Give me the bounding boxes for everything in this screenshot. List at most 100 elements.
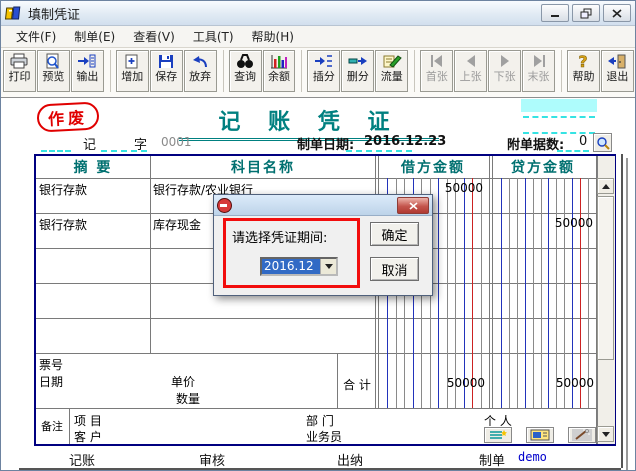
floppy-save-icon (156, 53, 176, 70)
row-summary-cell[interactable]: 银行存款 (39, 216, 87, 233)
red-annotation-box (223, 218, 360, 288)
grid-line (150, 156, 151, 353)
bar-chart-icon (269, 53, 289, 70)
balance-button[interactable]: 余额 (263, 50, 296, 92)
magic-wand-icon (572, 429, 592, 441)
last-voucher-button: 末张 (522, 50, 555, 92)
title-bar: 填制凭证 (1, 1, 635, 26)
svg-text:?: ? (579, 53, 588, 70)
void-stamp: 作废 (36, 101, 99, 132)
reviewer-label: 审核 (199, 450, 225, 469)
first-arrow-icon (427, 53, 447, 70)
row-account-cell[interactable]: 库存现金 (153, 216, 201, 233)
grid-line (489, 156, 490, 408)
prev-arrow-icon (461, 53, 481, 70)
salesman-label[interactable]: 业务员 (306, 428, 342, 445)
header-debit: 借方金额 (376, 156, 490, 178)
insert-split-icon (314, 53, 334, 70)
cashier-label: 出纳 (337, 450, 363, 469)
toolbar-separator (105, 50, 111, 92)
grid-line (69, 408, 70, 444)
next-voucher-button: 下张 (488, 50, 521, 92)
note-tool-button[interactable] (484, 427, 512, 443)
card-tool-button[interactable] (526, 427, 554, 443)
menu-view[interactable]: 查看(V) (124, 26, 184, 47)
attachments-magnifier-button[interactable] (593, 133, 612, 152)
notes-sparkle-icon (488, 429, 508, 441)
magnifier-icon (596, 136, 610, 150)
menu-file[interactable]: 文件(F) (7, 26, 65, 47)
credit-ledger-ruling (493, 178, 596, 408)
undo-arrow-icon (190, 53, 210, 70)
help-question-icon: ? (573, 53, 593, 70)
binoculars-icon (235, 53, 255, 70)
project-label[interactable]: 项 目 (74, 412, 102, 429)
debit-amount-cell[interactable]: 50000 (379, 181, 483, 195)
credit-amount-cell[interactable]: 50000 (493, 216, 593, 230)
voucher-area: 作废 记 账 凭 证 记 字 0001 制单日期: 2016.12.23 附单据… (1, 98, 635, 471)
row-summary-cell[interactable]: 银行存款 (39, 181, 87, 198)
bookkeeper-label: 记账 (69, 450, 95, 469)
voucher-word-prefix: 记 (83, 134, 96, 153)
paper-stack-edge (626, 158, 628, 471)
dialog-title-bar (214, 195, 432, 216)
export-button[interactable]: 输出 (71, 50, 104, 92)
cashflow-button[interactable]: 流量 (375, 50, 408, 92)
total-credit-cell: 50000 (493, 376, 594, 390)
attachments-count[interactable]: 0 (579, 134, 587, 149)
date-value[interactable]: 2016.12.23 (364, 134, 446, 149)
discard-button[interactable]: 放弃 (184, 50, 217, 92)
preparer-name: demo (518, 450, 547, 464)
scroll-down-button[interactable] (597, 426, 614, 442)
toolbar-separator (556, 50, 562, 92)
cancel-button[interactable]: 取消 (370, 257, 419, 281)
close-button[interactable] (603, 4, 631, 22)
menu-tools[interactable]: 工具(T) (184, 26, 243, 47)
wand-tool-button[interactable] (568, 427, 596, 443)
save-button[interactable]: 保存 (150, 50, 183, 92)
note-label: 备注 (41, 418, 63, 434)
total-debit-cell: 50000 (379, 376, 485, 390)
menu-make[interactable]: 制单(E) (65, 26, 124, 47)
dialog-close-button[interactable] (397, 197, 429, 214)
restore-button[interactable] (572, 4, 600, 22)
help-button[interactable]: ? 帮助 (567, 50, 600, 92)
dashed-underline (101, 150, 147, 152)
flow-pen-icon (382, 53, 402, 70)
paper-stack-edge (19, 468, 621, 470)
query-button[interactable]: 查询 (229, 50, 262, 92)
header-account: 科目名称 (150, 156, 376, 178)
scroll-up-button[interactable] (597, 178, 614, 194)
exit-door-icon (607, 53, 627, 70)
ok-button[interactable]: 确定 (370, 222, 419, 246)
attachments-label: 附单据数: (507, 134, 564, 153)
paper-stack-edge (621, 154, 623, 468)
delete-split-button[interactable]: 删分 (341, 50, 374, 92)
department-label[interactable]: 部 门 (306, 412, 334, 429)
add-button[interactable]: 增加 (116, 50, 149, 92)
menu-help[interactable]: 帮助(H) (243, 26, 303, 47)
up-arrow-icon (602, 184, 610, 189)
app-window: 填制凭证 文件(F) 制单(E) 查看(V) 工具(T) 帮助(H) 打印 预览… (0, 0, 636, 471)
insert-split-button[interactable]: 插分 (307, 50, 340, 92)
dashed-underline (346, 150, 412, 152)
preparer-label: 制单 (479, 450, 505, 469)
minimize-button[interactable] (541, 4, 569, 22)
grid-line (337, 353, 338, 408)
unit-price-label: 单价 (171, 373, 195, 390)
next-arrow-icon (495, 53, 515, 70)
preview-button[interactable]: 预览 (37, 50, 70, 92)
print-button[interactable]: 打印 (3, 50, 36, 92)
export-arrow-icon (77, 53, 97, 70)
scrollbar-thumb[interactable] (597, 196, 614, 360)
delete-split-icon (348, 53, 368, 70)
toolbar-separator (409, 50, 415, 92)
dashed-underline (523, 116, 595, 118)
customer-label[interactable]: 客 户 (74, 428, 102, 445)
card-icon (530, 429, 550, 441)
dashed-underline (557, 150, 589, 152)
window-title: 填制凭证 (28, 4, 80, 23)
voucher-number[interactable]: 0001 (161, 135, 192, 149)
exit-button[interactable]: 退出 (601, 50, 634, 92)
period-select-dialog: 请选择凭证期间: 2016.12 确定 取消 (213, 194, 433, 296)
